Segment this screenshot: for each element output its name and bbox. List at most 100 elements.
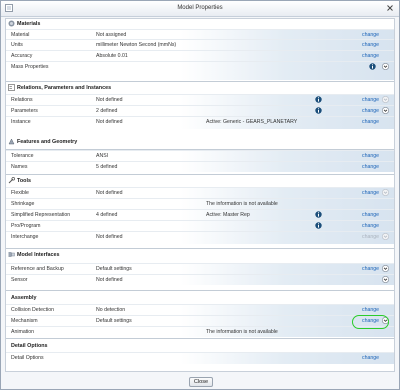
assembly-rows: Collision Detection No detection change … [6,304,394,337]
row-interchange: Interchange Not defined change [6,231,394,242]
info-icon[interactable] [369,63,376,70]
row-value: ANSI [96,153,109,159]
section-divider [6,81,394,82]
row-mechanism: Mechanism Default settings change [6,315,394,326]
section-materials: Materials [6,19,394,29]
row-name: Shrinkage [11,201,35,207]
row-value: millimeter Newton Second (mmNs) [96,42,177,48]
change-link[interactable]: change [362,212,379,218]
change-link[interactable]: change [362,153,379,159]
change-link[interactable]: change [362,32,379,38]
section-divider [6,290,394,291]
row-flexible: Flexible Not defined change [6,187,394,198]
change-link[interactable]: change [362,190,379,196]
change-link[interactable]: change [362,266,379,272]
row-name: Material [11,32,30,38]
row-name: Simplified Representation [11,212,71,218]
materials-rows: Material Not assigned change Units milli… [6,29,394,80]
row-name: Parameters [11,108,38,114]
change-link[interactable]: change [362,307,379,313]
section-divider [6,338,394,339]
row-name: Reference and Backup [11,266,64,272]
section-label: Assembly [11,295,37,301]
features-rows: Tolerance ANSI change Names 5 defined ch… [6,150,394,172]
expand-icon[interactable] [382,63,389,70]
row-name: Collision Detection [11,307,54,313]
row-name: Interchange [11,234,39,240]
row-animation: Animation The information is not availab… [6,326,394,337]
info-icon[interactable] [315,222,322,229]
row-name: Instance [11,119,31,125]
row-collision-detection: Collision Detection No detection change [6,304,394,315]
svg-text:=: = [9,86,12,91]
row-names: Names 5 defined change [6,161,394,172]
change-link[interactable]: change [362,53,379,59]
row-value: 5 defined [96,164,118,170]
relations-rows: Relations Not defined change Parameters … [6,94,394,129]
row-status: The information is not available [206,201,278,207]
interfaces-icon [8,252,15,257]
section-detail-options: Detail Options [6,341,394,351]
tools-icon [8,177,15,184]
row-tolerance: Tolerance ANSI change [6,150,394,161]
change-link[interactable]: change [362,108,379,114]
row-value: 4 defined [96,212,118,218]
row-name: Mechanism [11,318,38,324]
row-value: No detection [96,307,126,313]
row-name: Flexible [11,190,29,196]
annotation-circle [352,315,389,329]
change-link[interactable]: change [362,355,379,361]
row-mass-properties: Mass Properties [6,61,394,72]
change-link[interactable]: change [362,97,379,103]
close-icon[interactable] [385,3,395,13]
window-title: Model Properties [177,5,223,11]
row-accuracy: Accuracy Absolute 0.01 change [6,50,394,61]
expand-icon[interactable] [382,265,389,272]
row-name: Detail Options [11,355,44,361]
row-name: Relations [11,97,33,103]
row-detail-options: Detail Options change [6,352,394,363]
row-value: Not assigned [96,32,127,38]
row-status: The information is not available [206,329,278,335]
interfaces-rows: Reference and Backup Default settings ch… [6,263,394,285]
row-name: Tolerance [11,153,34,159]
row-simplified-representation: Simplified Representation 4 defined Acti… [6,209,394,220]
section-label: Relations, Parameters and Instances [17,85,112,91]
row-parameters: Parameters 2 defined change [6,105,394,116]
info-icon[interactable] [315,211,322,218]
features-icon [8,138,15,145]
section-model-interfaces: Model Interfaces [6,250,394,260]
section-label: Features and Geometry [17,139,78,145]
tools-rows: Flexible Not defined change Shrinkage Th… [6,187,394,244]
row-reference-and-backup: Reference and Backup Default settings ch… [6,263,394,274]
row-name: Accuracy [11,53,33,59]
detail-rows: Detail Options change [6,352,394,364]
relations-icon: = [8,84,15,91]
change-link[interactable]: change [362,223,379,229]
row-relations: Relations Not defined change [6,94,394,105]
section-label: Materials [17,21,41,27]
expand-icon[interactable] [382,276,389,283]
dialog-footer: Close [1,372,399,390]
row-value: Absolute 0.01 [96,53,128,59]
section-label: Detail Options [11,343,48,349]
change-link[interactable]: change [362,42,379,48]
properties-panel: Materials Material Not assigned change U… [5,18,395,372]
change-link[interactable]: change [362,164,379,170]
expand-icon [382,96,389,103]
row-value: Not defined [96,97,123,103]
title-bar: Model Properties [1,1,399,17]
close-button[interactable]: Close [189,377,213,387]
row-name: Animation [11,329,35,335]
change-link[interactable]: change [362,119,379,125]
info-icon[interactable] [315,96,322,103]
row-value: Default settings [96,318,132,324]
row-name: Mass Properties [11,64,49,70]
section-label: Model Interfaces [17,252,60,258]
row-pro-program: Pro/Program change [6,220,394,231]
info-icon[interactable] [315,107,322,114]
expand-icon [382,189,389,196]
expand-icon[interactable] [382,107,389,114]
section-divider [6,248,394,249]
change-link-disabled: change [362,234,380,240]
